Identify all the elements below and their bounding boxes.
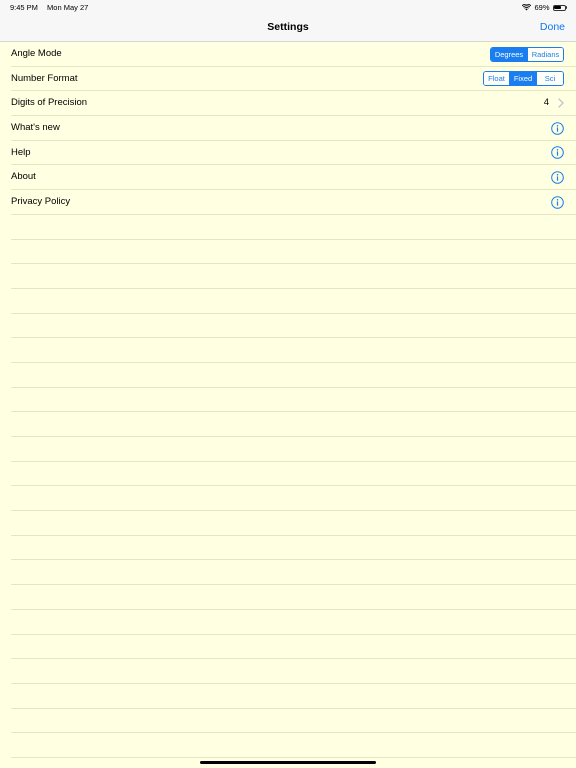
empty-row <box>11 314 576 339</box>
empty-row <box>11 264 576 289</box>
settings-list: Angle Mode Degrees Radians Number Format… <box>0 42 576 758</box>
status-right: 69% <box>522 3 567 12</box>
row-number-format: Number Format Float Fixed Sci <box>11 67 576 92</box>
row-privacy-policy[interactable]: Privacy Policy <box>11 190 576 215</box>
done-button[interactable]: Done <box>540 21 565 33</box>
whats-new-label: What's new <box>11 122 60 134</box>
battery-fill <box>554 6 561 9</box>
precision-label: Digits of Precision <box>11 97 88 109</box>
empty-row <box>11 733 576 758</box>
empty-row <box>11 462 576 487</box>
segment-fixed[interactable]: Fixed <box>510 72 537 86</box>
empty-row <box>11 511 576 536</box>
info-icon[interactable] <box>551 195 564 209</box>
empty-row <box>11 536 576 561</box>
row-help[interactable]: Help <box>11 141 576 166</box>
status-bar: 9:45 PM Mon May 27 69% <box>0 0 576 14</box>
precision-value: 4 <box>543 97 549 109</box>
battery-body <box>552 4 566 11</box>
empty-row <box>11 635 576 660</box>
navigation-bar: Settings Done <box>0 14 576 42</box>
row-about[interactable]: About <box>11 165 576 191</box>
empty-row <box>11 709 576 734</box>
segment-float[interactable]: Float <box>484 72 510 86</box>
empty-row <box>11 659 576 684</box>
number-format-segmented-control[interactable]: Float Fixed Sci <box>483 71 564 87</box>
chevron-right-icon <box>558 98 564 109</box>
empty-row <box>11 412 576 437</box>
info-icon[interactable] <box>551 121 564 135</box>
info-icon[interactable] <box>551 171 564 184</box>
status-date: Mon May 27 <box>47 3 89 12</box>
empty-row <box>11 215 576 240</box>
segment-degrees[interactable]: Degrees <box>491 47 528 61</box>
wifi-icon <box>522 4 532 11</box>
status-left: 9:45 PM Mon May 27 <box>10 3 95 12</box>
empty-row <box>11 560 576 586</box>
row-digits-of-precision[interactable]: Digits of Precision 4 <box>11 91 576 117</box>
info-icon[interactable] <box>551 146 564 160</box>
empty-rows <box>0 215 576 758</box>
empty-row <box>11 388 576 413</box>
empty-row <box>11 486 576 512</box>
battery-percent: 69% <box>534 3 550 12</box>
home-indicator <box>200 761 376 764</box>
number-format-label: Number Format <box>11 72 78 84</box>
row-whats-new[interactable]: What's new <box>11 116 576 141</box>
row-angle-mode: Angle Mode Degrees Radians <box>11 42 576 67</box>
empty-row <box>11 585 576 610</box>
status-time: 9:45 PM <box>10 3 38 12</box>
empty-row <box>11 684 576 709</box>
help-label: Help <box>11 146 31 158</box>
angle-mode-label: Angle Mode <box>11 48 62 59</box>
privacy-policy-label: Privacy Policy <box>11 196 71 208</box>
page-title: Settings <box>267 21 309 33</box>
segment-sci[interactable]: Sci <box>537 72 563 86</box>
empty-row <box>11 437 576 462</box>
empty-row <box>11 289 576 314</box>
empty-row <box>11 363 576 388</box>
empty-row <box>11 610 576 635</box>
battery-cap <box>565 6 567 9</box>
angle-mode-segmented-control[interactable]: Degrees Radians <box>490 46 564 62</box>
empty-row <box>11 338 576 363</box>
empty-row <box>11 240 576 265</box>
about-label: About <box>11 171 36 183</box>
segment-radians[interactable]: Radians <box>528 47 563 61</box>
battery-icon <box>552 4 567 11</box>
